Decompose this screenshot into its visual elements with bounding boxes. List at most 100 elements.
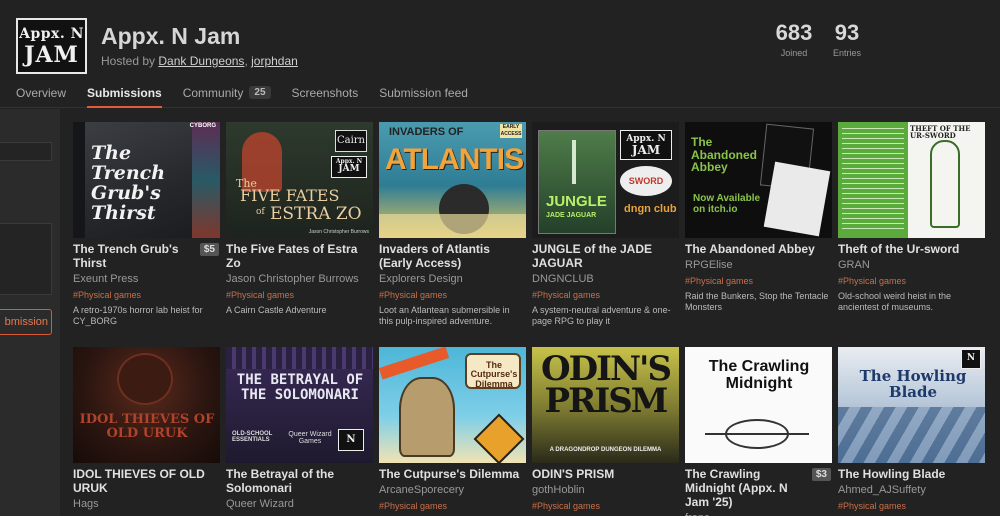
cover-image[interactable]: THEFT OF THE UR-SWORD bbox=[838, 122, 985, 238]
author-link[interactable]: ArcaneSporecery bbox=[379, 484, 526, 496]
tag-link[interactable]: #Physical games bbox=[685, 276, 832, 286]
game-card[interactable]: ODIN'S PRISM A DRAGONDROP DUNGEON DILEMM… bbox=[532, 347, 679, 511]
cover-title: ATLANTIS bbox=[385, 143, 524, 176]
author-link[interactable]: Queer Wizard bbox=[226, 498, 373, 510]
cover-title: The Howling Blade bbox=[859, 367, 967, 401]
filter-box[interactable] bbox=[0, 223, 52, 295]
tab-community[interactable]: Community 25 bbox=[183, 86, 271, 108]
jam-badge-icon: Appx. N JAM bbox=[331, 156, 367, 178]
logo-line1: Appx. N bbox=[19, 25, 84, 42]
cover-image[interactable]: JUNGLE JADE JAGUAR Appx. N JAM SWORD dngn… bbox=[532, 122, 679, 238]
author-link[interactable]: Exeunt Press bbox=[73, 273, 220, 285]
cover-image[interactable]: ODIN'S PRISM A DRAGONDROP DUNGEON DILEMM… bbox=[532, 347, 679, 463]
tag-link[interactable]: #Physical games bbox=[226, 290, 373, 300]
submission-button[interactable]: bmission bbox=[0, 309, 52, 335]
cover-image[interactable]: The Cutpurse's Dilemma bbox=[379, 347, 526, 463]
author-link[interactable]: RPGElise bbox=[685, 259, 832, 271]
host-separator: , bbox=[244, 54, 248, 68]
author-link[interactable]: Ahmed_AJSuffety bbox=[838, 484, 985, 496]
host-link-jorphdan[interactable]: jorphdan bbox=[251, 54, 298, 68]
tab-screenshots[interactable]: Screenshots bbox=[292, 86, 359, 108]
tag-link[interactable]: #Physical games bbox=[73, 290, 220, 300]
game-title-link[interactable]: ODIN'S PRISM bbox=[532, 467, 679, 481]
game-card[interactable]: Cairn Appx. N JAM The FIVE FATES of ESTRA… bbox=[226, 122, 373, 316]
author-link[interactable]: Hags bbox=[73, 498, 220, 510]
cover-of: of bbox=[256, 207, 265, 217]
community-count-badge: 25 bbox=[249, 86, 271, 99]
author-link[interactable]: GRAN bbox=[838, 259, 985, 271]
game-title-link[interactable]: The Betrayal of the Solomonari bbox=[226, 467, 373, 495]
stat-entries-label: Entries bbox=[832, 48, 861, 58]
game-title-link[interactable]: Theft of the Ur-sword bbox=[838, 242, 985, 256]
cover-creature bbox=[399, 377, 455, 457]
jam-badge-icon: N bbox=[961, 349, 981, 369]
mini-logo-line2: JAM bbox=[338, 164, 360, 174]
game-card[interactable]: JUNGLE JADE JAGUAR Appx. N JAM SWORD dngn… bbox=[532, 122, 679, 327]
game-card[interactable]: INVADERS OF EARLY ACCESS ATLANTIS Invade… bbox=[379, 122, 526, 327]
game-card[interactable]: The Howling Blade N The Howling Blade Ah… bbox=[838, 347, 985, 511]
tag-link[interactable]: #Physical games bbox=[379, 501, 526, 511]
cover-image[interactable]: The Howling Blade N bbox=[838, 347, 985, 463]
game-card[interactable]: IDOL THIEVES OF OLD URUK IDOL THIEVES OF… bbox=[73, 347, 220, 510]
author-link[interactable]: franc bbox=[685, 512, 832, 516]
cover-title: The Trench Grub's Thirst bbox=[91, 142, 166, 224]
cover-banner bbox=[379, 214, 526, 238]
game-card[interactable]: The Cutpurse's Dilemma The Cutpurse's Di… bbox=[379, 347, 526, 511]
cover-image[interactable]: CYBORG The Trench Grub's Thirst bbox=[73, 122, 220, 238]
tag-link[interactable]: #Physical games bbox=[379, 290, 526, 300]
game-title-link[interactable]: The Five Fates of Estra Zo bbox=[226, 242, 373, 270]
jam-header: Appx. N JAM Appx. N Jam Hosted by Dank D… bbox=[0, 0, 1000, 108]
game-title-link[interactable]: The Howling Blade bbox=[838, 467, 985, 481]
cover-image[interactable]: INVADERS OF EARLY ACCESS ATLANTIS bbox=[379, 122, 526, 238]
cover-top-text: CYBORG bbox=[189, 123, 216, 129]
sword-icon bbox=[572, 140, 576, 184]
tag-link[interactable]: #Physical games bbox=[838, 501, 985, 511]
game-card[interactable]: The Crawling Midnight The Crawling Midni… bbox=[685, 347, 832, 516]
cover-image[interactable]: Cairn Appx. N JAM The FIVE FATES of ESTRA… bbox=[226, 122, 373, 238]
cover-mountains bbox=[838, 407, 985, 463]
tag-link[interactable]: #Physical games bbox=[532, 501, 679, 511]
search-input[interactable] bbox=[0, 142, 52, 161]
jam-logo[interactable]: Appx. N JAM bbox=[16, 18, 87, 74]
tab-label: Community bbox=[182, 86, 244, 100]
tab-submission-feed[interactable]: Submission feed bbox=[379, 86, 468, 108]
cover-image[interactable]: The Abandoned Abbey Now Available on itc… bbox=[685, 122, 832, 238]
cover-title-top: INVADERS OF bbox=[389, 126, 464, 138]
game-description: A retro-1970s horror lab heist for CY_BO… bbox=[73, 305, 203, 326]
cover-image[interactable]: IDOL THIEVES OF OLD URUK bbox=[73, 347, 220, 463]
game-title-link[interactable]: The Crawling Midnight (Appx. N Jam '25) bbox=[685, 467, 812, 509]
game-card[interactable]: CYBORG The Trench Grub's Thirst The Tren… bbox=[73, 122, 220, 327]
game-title-link[interactable]: Invaders of Atlantis (Early Access) bbox=[379, 242, 526, 270]
cover-stripe bbox=[192, 122, 220, 238]
jam-badge-icon bbox=[473, 413, 525, 463]
host-link-dank-dungeons[interactable]: Dank Dungeons bbox=[158, 54, 244, 68]
game-title-link[interactable]: IDOL THIEVES OF OLD URUK bbox=[73, 467, 220, 495]
tab-submissions[interactable]: Submissions bbox=[87, 86, 162, 108]
tab-overview[interactable]: Overview bbox=[16, 86, 66, 108]
cover-image[interactable]: The Crawling Midnight bbox=[685, 347, 832, 463]
game-card[interactable]: THE BETRAYAL OF THE SOLOMONARI OLD-SCHOO… bbox=[226, 347, 373, 510]
cover-title: The Abandoned Abbey bbox=[691, 135, 757, 175]
game-description: A Cairn Castle Adventure bbox=[226, 305, 327, 315]
price-badge: $3 bbox=[811, 468, 831, 481]
game-description: Raid the Bunkers, Stop the Tentacle Mons… bbox=[685, 291, 829, 312]
game-card[interactable]: The Abandoned Abbey Now Available on itc… bbox=[685, 122, 832, 313]
cover-title: THEFT OF THE UR-SWORD bbox=[910, 124, 971, 141]
cover-image[interactable]: THE BETRAYAL OF THE SOLOMONARI OLD-SCHOO… bbox=[226, 347, 373, 463]
game-title-link[interactable]: The Cutpurse's Dilemma bbox=[379, 467, 526, 481]
author-link[interactable]: DNGNCLUB bbox=[532, 273, 679, 285]
author-link[interactable]: Jason Christopher Burrows bbox=[226, 273, 373, 285]
cover-title: The Crawling Midnight bbox=[708, 358, 810, 392]
game-title-link[interactable]: The Trench Grub's Thirst bbox=[73, 242, 200, 270]
tag-link[interactable]: #Physical games bbox=[838, 276, 985, 286]
sword-badge: SWORD bbox=[620, 166, 672, 196]
game-card[interactable]: THEFT OF THE UR-SWORD Theft of the Ur-sw… bbox=[838, 122, 985, 313]
cover-ribbon bbox=[379, 347, 450, 380]
author-link[interactable]: gothHoblin bbox=[532, 484, 679, 496]
game-title-link[interactable]: JUNGLE of the JADE JAGUAR bbox=[532, 242, 679, 270]
author-link[interactable]: Explorers Design bbox=[379, 273, 526, 285]
early-access-corner: EARLY ACCESS bbox=[500, 124, 522, 138]
game-title-link[interactable]: The Abandoned Abbey bbox=[685, 242, 832, 256]
tag-link[interactable]: #Physical games bbox=[532, 290, 679, 300]
game-description: Old-school weird heist in the ancientest… bbox=[838, 291, 952, 312]
